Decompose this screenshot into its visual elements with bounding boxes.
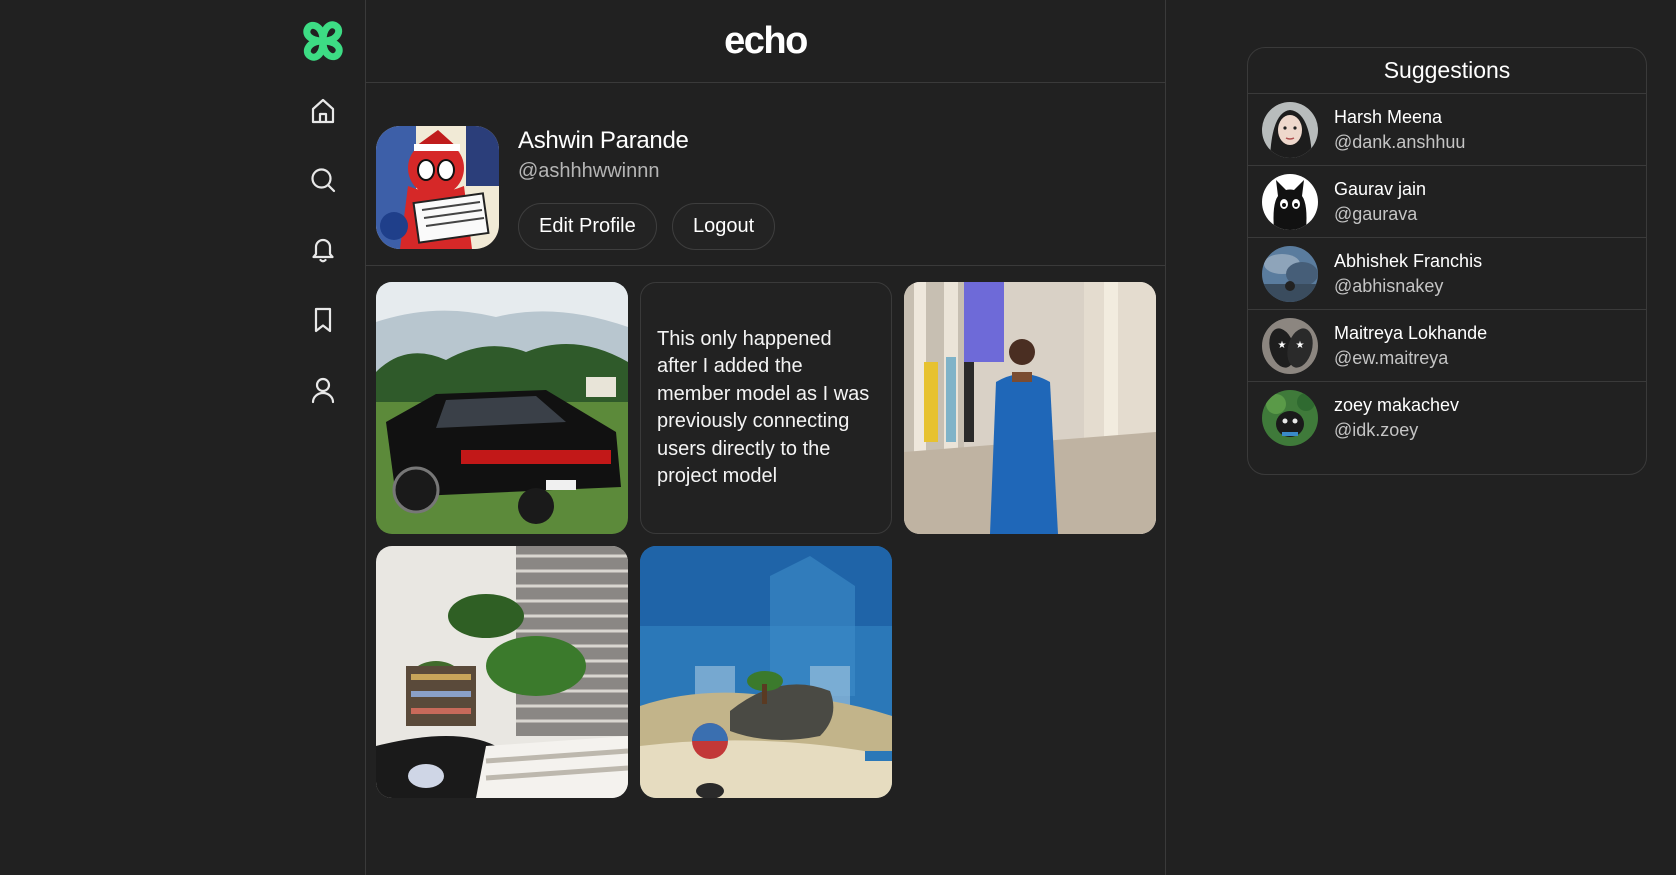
suggestion-handle: @dank.anshhuu [1334,132,1466,152]
user-icon [311,377,335,404]
post-tile-image[interactable] [376,282,628,534]
home-icon [311,98,335,124]
suggestion-name: zoey makachev [1334,395,1460,415]
profile-avatar[interactable] [376,126,499,249]
post-tile-image[interactable] [904,282,1156,534]
suggestion-handle: @gaurava [1334,204,1418,224]
left-nav-rail [0,0,366,875]
avatar [1262,246,1318,302]
suggestion-item[interactable]: zoey makachev @idk.zoey [1248,382,1646,454]
suggestions-title: Suggestions [1248,48,1646,94]
suggestion-item[interactable]: ★ ★ Maitreya Lokhande @ew.maitreya [1248,310,1646,382]
svg-text:★: ★ [1296,340,1305,351]
suggestion-handle: @abhisnakey [1334,276,1444,296]
suggestion-handle: @ew.maitreya [1334,348,1449,368]
nav-notifications-button[interactable] [305,231,341,267]
avatar [1262,174,1318,230]
avatar: ★ ★ [1262,318,1318,374]
post-tile-text[interactable]: This only happened after I added the mem… [640,282,892,534]
nav-home-button[interactable] [305,93,341,129]
suggestion-item[interactable]: Gaurav jain @gaurava [1248,166,1646,238]
post-tile-image[interactable] [376,546,628,798]
hallway-photo [904,282,1156,534]
avatar [1262,390,1318,446]
profile-name: Ashwin Parande [518,127,689,154]
avatar [1262,102,1318,158]
bookmark-icon [314,307,332,333]
suggestion-handle: @idk.zoey [1334,420,1419,440]
brand-title[interactable]: echo [724,20,808,63]
car-photo [376,282,628,534]
nav-search-button[interactable] [305,162,341,198]
main-column: echo Ashwin Parande @ashhhwwinnn Edit Pr… [366,0,1166,875]
suggestion-name: Gaurav jain [1334,179,1427,199]
suggestion-name: Abhishek Franchis [1334,251,1483,271]
profile-handle: @ashhhwwinnn [518,160,660,182]
brand-header: echo [366,0,1165,83]
plants-room-photo [376,546,628,798]
suggestion-name: Maitreya Lokhande [1334,323,1488,343]
suggestions-panel: Suggestions Harsh Meena @dank.anshhuu Ga… [1247,47,1647,475]
suggestion-item[interactable]: Harsh Meena @dank.anshhuu [1248,94,1646,166]
edit-profile-button[interactable]: Edit Profile [518,203,657,250]
profile-header: Ashwin Parande @ashhhwwinnn Edit Profile… [366,83,1165,266]
suggestion-item[interactable]: Abhishek Franchis @abhisnakey [1248,238,1646,310]
echo-logo-icon[interactable] [296,14,350,68]
post-tile-image[interactable] [640,546,892,798]
post-text-body: This only happened after I added the mem… [657,327,870,488]
logout-button[interactable]: Logout [672,203,776,250]
nav-bookmarks-button[interactable] [305,302,341,338]
nav-profile-button[interactable] [305,372,341,408]
svg-text:★: ★ [1278,340,1287,351]
search-icon [311,168,336,193]
bell-icon [312,238,334,263]
suggestion-name: Harsh Meena [1334,107,1443,127]
beach-illustration [640,546,892,798]
